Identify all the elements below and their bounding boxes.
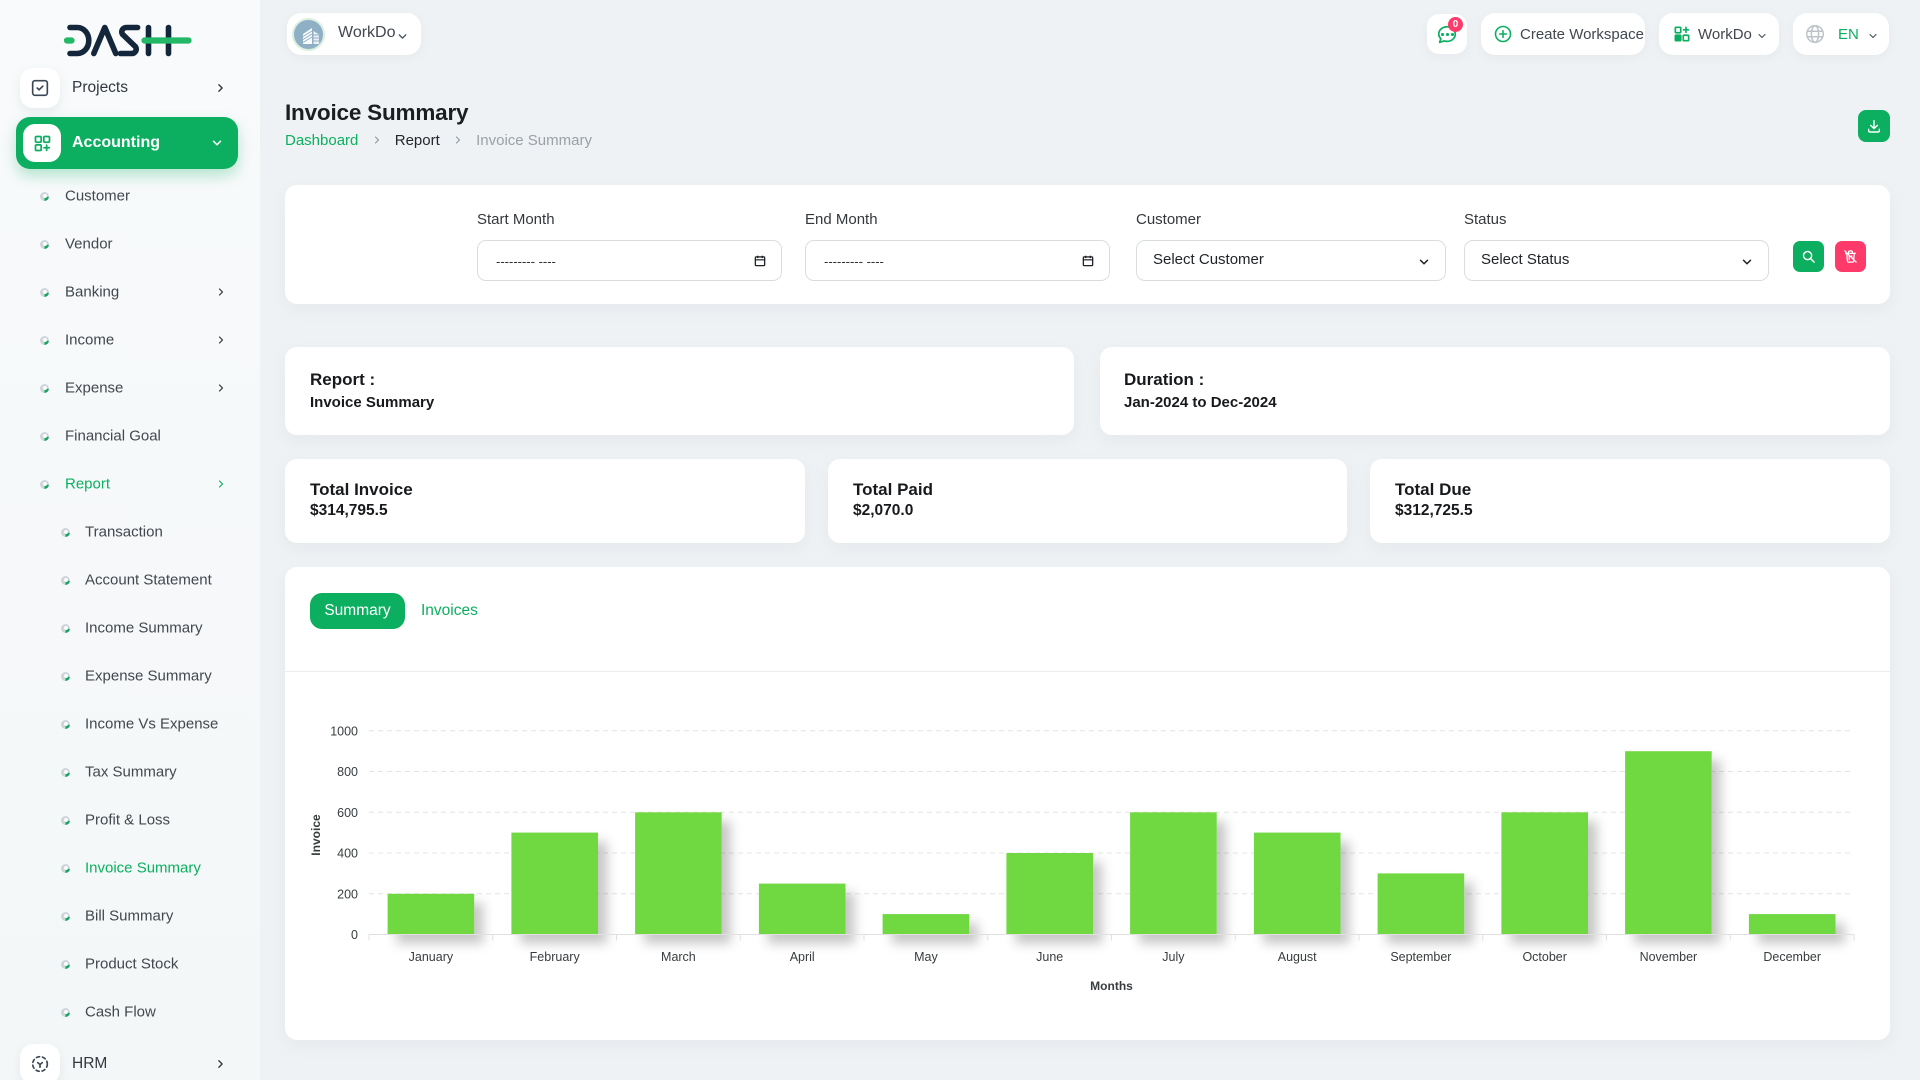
- svg-text:Invoice: Invoice: [309, 814, 323, 856]
- svg-text:400: 400: [337, 847, 358, 861]
- svg-text:May: May: [914, 950, 938, 964]
- svg-text:Months: Months: [1090, 979, 1133, 993]
- svg-text:February: February: [530, 950, 581, 964]
- svg-text:200: 200: [337, 887, 358, 901]
- svg-text:600: 600: [337, 806, 358, 820]
- svg-text:1000: 1000: [330, 724, 358, 738]
- svg-text:October: October: [1522, 950, 1566, 964]
- svg-text:March: March: [661, 950, 696, 964]
- svg-text:June: June: [1036, 950, 1063, 964]
- svg-text:July: July: [1162, 950, 1185, 964]
- svg-text:0: 0: [351, 928, 358, 942]
- svg-text:December: December: [1763, 950, 1821, 964]
- svg-text:January: January: [409, 950, 454, 964]
- svg-text:November: November: [1640, 950, 1698, 964]
- svg-text:September: September: [1390, 950, 1451, 964]
- svg-text:April: April: [790, 950, 815, 964]
- svg-text:800: 800: [337, 765, 358, 779]
- svg-text:August: August: [1278, 950, 1317, 964]
